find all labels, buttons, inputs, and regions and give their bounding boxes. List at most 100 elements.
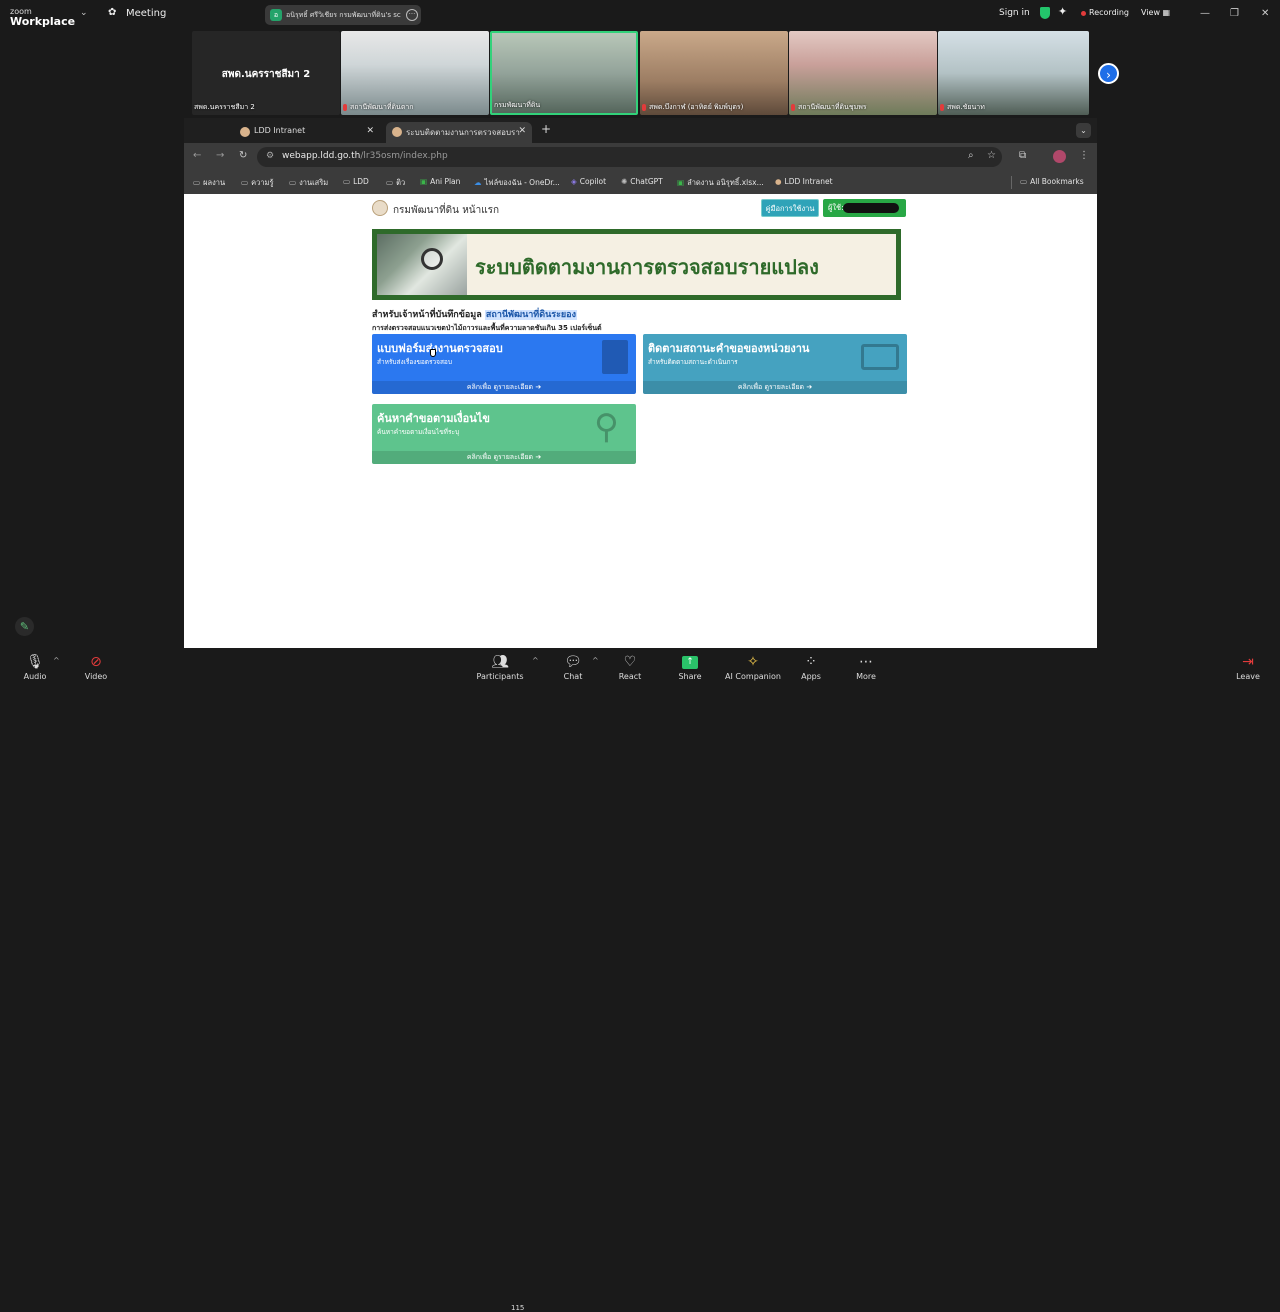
manual-button[interactable]: คู่มือการใช้งาน [761,199,819,217]
address-bar[interactable]: ⚙ webapp.ldd.go.th/lr35osm/index.php ⌕ ☆ [257,147,1002,167]
share-icon: ↑ [682,656,698,669]
bookmark-folder[interactable]: ▭ ติว [386,177,405,189]
new-tab-icon[interactable]: + [541,122,551,136]
officer-line: สำหรับเจ้าหน้าที่บันทึกข้อมูล สถานีพัฒนา… [372,307,577,321]
bookmark-link[interactable]: ☁ ไฟล์ของฉัน - OneDr... [474,177,560,189]
zoom-icon[interactable]: ⌕ [968,150,974,161]
copilot-icon: ◈ [571,177,577,186]
bookmark-folder[interactable]: ▭ งานเสริม [289,177,328,189]
bookmark-folder[interactable]: ▭ LDD [343,177,369,186]
extensions-icon[interactable]: ⧉ [1019,150,1026,161]
muted-mic-icon [343,103,347,111]
bookmark-link[interactable]: ▣ Ani Plan [420,177,460,186]
all-bookmarks[interactable]: ▭ All Bookmarks [1020,177,1084,186]
tab-label: ระบบติดตามงานการตรวจสอบรา [406,128,520,137]
bookmark-folder[interactable]: ▭ ความรู้ [241,177,274,189]
bookmark-folder[interactable]: ▭ ผลงาน [193,177,225,189]
video-tile-active[interactable]: กรมพัฒนาที่ดิน [490,31,638,115]
chevron-right-icon[interactable]: › [1098,63,1119,84]
card-footer-link[interactable]: คลิกเพื่อ ดูรายละเอียด ➔ [372,381,636,394]
chevron-down-icon[interactable]: ⌄ [80,8,88,18]
menu-kebab-icon[interactable]: ⋮ [1079,150,1089,161]
station-name: สถานีพัฒนาที่ดินระยอง [484,310,577,320]
share-avatar-icon: อ [270,9,282,21]
reload-icon[interactable]: ↻ [239,150,247,161]
sign-in-link[interactable]: Sign in [999,8,1030,18]
nav-bar: ← → ↻ ⚙ webapp.ldd.go.th/lr35osm/index.p… [184,143,1097,171]
forward-icon[interactable]: → [216,150,224,161]
web-page: กรมพัฒนาที่ดิน หน้าแรก คู่มือการใช้งาน ผ… [184,194,1097,648]
tile-name-text: สพด.บึงกาฬ (อาทิตย์ พิมพ์บุตร) [649,103,744,111]
bookmark-link[interactable]: ● LDD Intranet [775,177,833,186]
shield-icon[interactable] [1040,7,1050,19]
recording-label[interactable]: Recording [1089,8,1129,17]
minimize-icon[interactable]: — [1200,8,1210,19]
bookmark-link[interactable]: ▣ ลำดงาน อนิรุทธิ์.xlsx... [677,177,764,189]
more-options-icon[interactable]: ··· [406,9,418,21]
meeting-label[interactable]: Meeting [126,8,166,19]
mic-icon: 🎙︎ [26,654,44,670]
leave-icon: ⇥ [1242,654,1254,670]
tile-name-text: สถานีพัฒนาที่ดินตาก [350,103,414,111]
audio-button[interactable]: 🎙︎ Audio [20,652,50,681]
tab-ldd-intranet[interactable]: LDD Intranet ✕ [234,122,380,143]
user-button[interactable]: ผู้ใช้: [823,199,906,217]
browser-window: LDD Intranet ✕ ระบบติดตามงานการตรวจสอบรา… [184,118,1097,648]
zoom-logo-bottom: Workplace [10,15,76,28]
ldd-logo-icon[interactable] [372,200,388,216]
close-tab-icon[interactable]: ✕ [518,126,526,136]
url-domain: webapp.ldd.go.th [282,151,361,161]
video-button[interactable]: ⊘ Video [80,652,112,681]
folder-icon: ▭ [343,177,351,186]
profile-avatar[interactable] [1053,150,1066,163]
card-subtitle: ค้นหาคำขอตามเงื่อนไขที่ระบุ [377,428,460,436]
ticket-icon [861,344,899,370]
card-subtitle: สำหรับติดตามสถานะดำเนินการ [648,358,738,366]
video-tile[interactable]: สพด.นครราชสีมา 2 สพด.นครราชสีมา 2 [192,31,340,115]
paw-icon: ✿ [108,7,117,18]
banner: ระบบติดตามงานการตรวจสอบรายแปลง [372,229,901,300]
card-footer-link[interactable]: คลิกเพื่อ ดูรายละเอียด ➔ [643,381,907,394]
pen-icon[interactable]: ✎ [15,617,34,636]
submit-form-card[interactable]: แบบฟอร์มส่งงานตรวจสอบ สำหรับส่งเรื่องขอต… [372,334,636,394]
search-icon: ⚲ [594,407,619,447]
ai-companion-button[interactable]: ✧ AI Companion [724,652,782,681]
star-icon[interactable]: ☆ [987,150,996,161]
close-tab-icon[interactable]: ✕ [366,126,374,136]
chat-options-chevron[interactable]: ^ [592,656,599,665]
scope-line: การส่งตรวจสอบแนวเขตป่าไม้ถาวรและพื้นที่ค… [372,324,602,332]
cloud-icon: ☁ [474,178,482,187]
redacted-username [843,203,899,213]
bookmark-link[interactable]: ◈ Copilot [571,177,606,186]
tab-tracking-system[interactable]: ระบบติดตามงานการตรวจสอบรา ✕ [386,122,532,143]
participants-icon: 👥︎ [491,654,509,670]
participants-button[interactable]: 👥︎ Participants [476,652,524,681]
site-info-icon[interactable]: ⚙ [266,151,274,161]
screen-share-pill[interactable]: อ อนิรุทธิ์ ศรีวิเชียร กรมพัฒนาที่ดิน's … [265,5,421,25]
sparkle-icon[interactable]: ✦ [1058,5,1067,18]
card-footer-link[interactable]: คลิกเพื่อ ดูรายละเอียด ➔ [372,451,636,464]
leave-button[interactable]: ⇥ Leave [1234,652,1262,681]
react-button[interactable]: ♡ React [616,652,644,681]
participants-options-chevron[interactable]: ^ [532,656,539,665]
video-tile[interactable]: สพด.บึงกาฬ (อาทิตย์ พิมพ์บุตร) [640,31,788,115]
site-title[interactable]: กรมพัฒนาที่ดิน หน้าแรก [393,203,499,218]
close-icon[interactable]: ✕ [1261,8,1269,19]
video-tile[interactable]: สถานีพัฒนาที่ดินชุมพร [789,31,937,115]
restore-icon[interactable]: ❐ [1230,8,1239,19]
bookmark-link[interactable]: ✺ ChatGPT [621,177,663,186]
video-tile[interactable]: สถานีพัฒนาที่ดินตาก [341,31,489,115]
more-button[interactable]: ⋯ More [852,652,880,681]
back-icon[interactable]: ← [193,150,201,161]
apps-button[interactable]: ⁘ Apps [798,652,824,681]
card-title: แบบฟอร์มส่งงานตรวจสอบ [377,342,503,355]
tab-search-icon[interactable]: ⌄ [1076,123,1091,138]
track-status-card[interactable]: ติดตามสถานะคำขอของหน่วยงาน สำหรับติดตามส… [643,334,907,394]
chat-button[interactable]: 💬︎ Chat [560,652,586,681]
view-button[interactable]: View ▦ [1141,8,1170,17]
video-strip: สพด.นครราชสีมา 2 สพด.นครราชสีมา 2 สถานีพ… [192,31,1089,115]
search-request-card[interactable]: ⚲ ค้นหาคำขอตามเงื่อนไข ค้นหาคำขอตามเงื่อ… [372,404,636,464]
video-tile[interactable]: สพด.ชัยนาท [938,31,1089,115]
audio-options-chevron[interactable]: ^ [53,656,60,665]
share-button[interactable]: ↑ Share [676,652,704,681]
